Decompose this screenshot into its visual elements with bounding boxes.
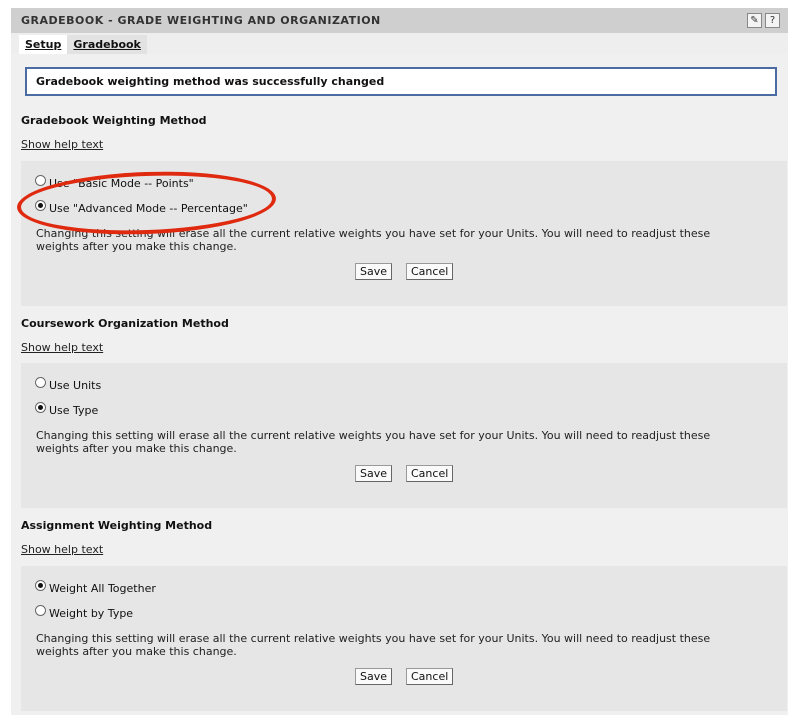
show-help-link-coursework-organization[interactable]: Show help text [21,341,103,354]
tab-gradebook[interactable]: Gradebook [67,35,147,54]
option-use-units[interactable]: Use Units [35,377,102,392]
panel-coursework-organization: Use Units Use Type Changing this setting… [21,363,787,508]
save-button[interactable]: Save [355,263,393,280]
option-label: Use Type [49,404,99,417]
show-help-link-assignment-weighting[interactable]: Show help text [21,543,103,556]
save-button[interactable]: Save [355,668,393,685]
section-title-coursework-organization: Coursework Organization Method [21,317,229,330]
section-title-gradebook-weighting: Gradebook Weighting Method [21,114,207,127]
warning-note: Changing this setting will erase all the… [36,429,711,455]
titlebar-icons: ✎ ? [747,13,780,28]
option-label: Weight by Type [49,607,134,620]
tool-icon[interactable]: ✎ [747,13,762,28]
option-use-type[interactable]: Use Type [35,402,99,417]
window-title: GRADEBOOK - GRADE WEIGHTING AND ORGANIZA… [21,14,381,27]
cancel-button[interactable]: Cancel [406,668,454,685]
radio-weight-all-together[interactable] [35,580,46,591]
success-message: Gradebook weighting method was successfu… [25,67,777,96]
option-label: Use Units [49,379,102,392]
option-weight-all-together[interactable]: Weight All Together [35,580,156,595]
option-weight-by-type[interactable]: Weight by Type [35,605,134,620]
radio-basic-mode[interactable] [35,175,46,186]
cancel-button[interactable]: Cancel [406,263,454,280]
window-titlebar: GRADEBOOK - GRADE WEIGHTING AND ORGANIZA… [11,8,788,33]
radio-use-type[interactable] [35,402,46,413]
section-title-assignment-weighting: Assignment Weighting Method [21,519,213,532]
show-help-link-gradebook-weighting[interactable]: Show help text [21,138,103,151]
panel-assignment-weighting: Weight All Together Weight by Type Chang… [21,566,787,711]
cancel-button[interactable]: Cancel [406,465,454,482]
warning-note: Changing this setting will erase all the… [36,632,711,658]
radio-weight-by-type[interactable] [35,605,46,616]
tab-bar: Setup Gradebook [19,35,147,54]
help-icon[interactable]: ? [765,13,780,28]
tab-setup[interactable]: Setup [19,35,68,54]
radio-use-units[interactable] [35,377,46,388]
option-label: Weight All Together [49,582,156,595]
save-button[interactable]: Save [355,465,393,482]
